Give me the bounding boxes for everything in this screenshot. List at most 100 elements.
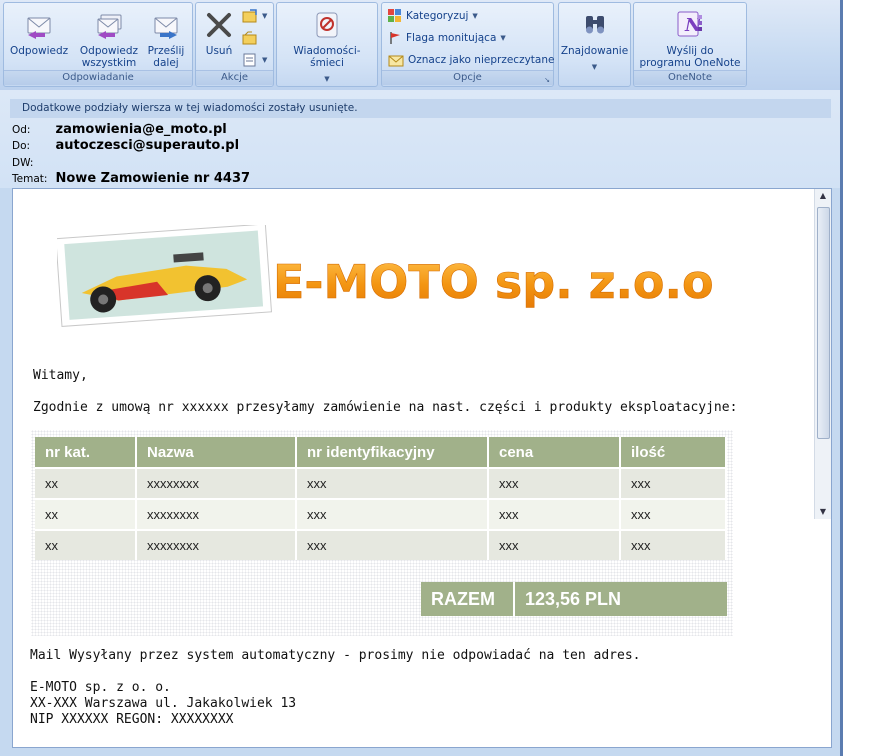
company-logo: E-MOTO sp. z.o.o xyxy=(57,225,714,327)
group-label-options: Opcje xyxy=(382,70,553,85)
reply-label: Odpowiedz xyxy=(10,45,69,57)
send-to-onenote-button[interactable]: N Wyślij do programu OneNote xyxy=(634,8,746,69)
logo-text: E-MOTO sp. z.o.o xyxy=(273,255,714,309)
mark-unread-button[interactable]: Oznacz jako nieprzeczytane xyxy=(388,53,554,67)
delete-button[interactable]: Usuń xyxy=(200,10,238,57)
forward-icon xyxy=(154,17,178,39)
table-cell: xxx xyxy=(296,498,489,530)
info-bar[interactable]: Dodatkowe podziały wiersza w tej wiadomo… xyxy=(10,99,831,118)
create-rule-button[interactable] xyxy=(242,31,258,45)
table-cell: xxx xyxy=(620,498,727,530)
onenote-label-1: Wyślij do xyxy=(666,45,714,57)
outlook-message-window: Odpowiedz Odpowiedz wszystkim Prześlij d… xyxy=(0,0,843,756)
table-cell: xxx xyxy=(620,467,727,499)
column-header: nr identyfikacyjny xyxy=(296,437,489,468)
subject-value: Nowe Zamowienie nr 4437 xyxy=(55,171,251,186)
table-cell: xxxxxxxx xyxy=(136,498,297,530)
follow-up-flag-button[interactable]: Flaga monitująca ▼ xyxy=(388,31,506,45)
company-ids: NIP XXXXXX REGON: XXXXXXXX xyxy=(30,712,234,727)
categorize-label: Kategoryzuj xyxy=(406,10,469,22)
chevron-down-icon: ▼ xyxy=(262,12,268,20)
other-actions-icon xyxy=(243,53,256,67)
junk-mail-button[interactable]: Wiadomości-śmieci ▼ xyxy=(277,10,377,85)
chevron-down-icon: ▼ xyxy=(262,56,268,64)
unread-envelope-icon xyxy=(388,55,404,67)
reply-all-button[interactable]: Odpowiedz wszystkim xyxy=(76,10,142,69)
group-label-onenote: OneNote xyxy=(634,70,746,85)
onenote-icon: N xyxy=(677,11,703,37)
move-folder-icon xyxy=(242,9,257,23)
scrollbar-thumb[interactable] xyxy=(817,207,830,439)
junk-mail-label: Wiadomości-śmieci xyxy=(293,45,361,69)
scroll-up-icon[interactable]: ▲ xyxy=(815,189,831,203)
table-cell: xx xyxy=(35,498,137,530)
group-label-respond: Odpowiadanie xyxy=(4,70,192,85)
onenote-label-2: programu OneNote xyxy=(639,57,741,69)
to-value[interactable]: autoczesci@superauto.pl xyxy=(56,138,240,153)
from-label: Od: xyxy=(12,124,31,136)
follow-up-label: Flaga monitująca xyxy=(406,32,497,44)
forward-label-2: dalej xyxy=(153,57,179,69)
cc-row: DW: xyxy=(12,155,52,170)
ribbon-group-actions: Usuń ▼ ▼ Akcje xyxy=(195,2,274,87)
footer-notice: Mail Wysyłany przez system automatyczny … xyxy=(30,648,641,663)
mark-unread-label: Oznacz jako nieprzeczytane xyxy=(408,54,555,66)
table-cell: xxx xyxy=(620,529,727,560)
from-value[interactable]: zamowienia@e_moto.pl xyxy=(56,122,227,137)
reply-button[interactable]: Odpowiedz xyxy=(10,10,68,57)
table-cell: xxx xyxy=(488,529,621,560)
ribbon-group-options: Kategoryzuj ▼ Flaga monitująca ▼ Oznacz … xyxy=(381,2,554,87)
column-header: nr kat. xyxy=(35,437,137,468)
table-cell: xxxxxxxx xyxy=(136,529,297,560)
order-total: RAZEM 123,56 PLN xyxy=(421,582,727,616)
reply-all-label-2: wszystkim xyxy=(81,57,137,69)
to-row: Do: autoczesci@superauto.pl xyxy=(12,138,239,153)
ribbon-group-onenote: N Wyślij do programu OneNote OneNote xyxy=(633,2,747,87)
table-cell: xxxxxxxx xyxy=(136,467,297,499)
ribbon-group-junk: Wiadomości-śmieci ▼ xyxy=(276,2,378,87)
chevron-down-icon: ▼ xyxy=(500,34,506,42)
chevron-down-icon: ▼ xyxy=(591,63,598,71)
intro-text: Zgodnie z umową nr xxxxxx przesyłamy zam… xyxy=(33,400,738,415)
from-row: Od: zamowienia@e_moto.pl xyxy=(12,122,227,137)
ribbon-group-find: Znajdowanie ▼ xyxy=(558,2,631,87)
to-label: Do: xyxy=(12,140,31,152)
table-row: xx xxxxxxxx xxx xxx xxx xyxy=(35,498,727,530)
table-header-row: nr kat. Nazwa nr identyfikacyjny cena il… xyxy=(35,437,727,468)
table-cell: xxx xyxy=(296,467,489,499)
reply-icon xyxy=(27,17,51,39)
company-name: E-MOTO sp. z o. o. xyxy=(30,680,171,695)
flag-icon xyxy=(390,32,400,44)
find-label: Znajdowanie xyxy=(560,45,629,57)
total-label: RAZEM xyxy=(421,582,515,616)
find-button[interactable]: Znajdowanie ▼ xyxy=(559,10,630,73)
column-header: Nazwa xyxy=(136,437,297,468)
move-to-folder-button[interactable]: ▼ xyxy=(242,9,267,23)
vertical-scrollbar[interactable]: ▲ ▼ xyxy=(814,189,831,519)
junk-mail-icon xyxy=(316,12,338,38)
categorize-button[interactable]: Kategoryzuj ▼ xyxy=(388,9,478,23)
reply-all-icon xyxy=(97,14,122,39)
table-cell: xxx xyxy=(488,498,621,530)
desktop-background xyxy=(843,0,870,756)
order-table: nr kat. Nazwa nr identyfikacyjny cena il… xyxy=(35,437,727,560)
scroll-down-icon[interactable]: ▼ xyxy=(815,505,831,519)
column-header: ilość xyxy=(620,437,727,468)
forward-button[interactable]: Prześlij dalej xyxy=(144,10,188,69)
rule-folder-icon xyxy=(242,31,257,45)
column-header: cena xyxy=(488,437,621,468)
chevron-down-icon: ▼ xyxy=(472,12,478,20)
company-address: XX-XXX Warszawa ul. Jakakolwiek 13 xyxy=(30,696,297,711)
dialog-launcher-icon[interactable]: ↘ xyxy=(544,76,550,84)
categories-icon xyxy=(388,9,401,22)
table-cell: xx xyxy=(35,467,137,499)
group-label-actions: Akcje xyxy=(196,70,273,85)
subject-row: Temat: Nowe Zamowienie nr 4437 xyxy=(12,171,250,186)
table-row: xx xxxxxxxx xxx xxx xxx xyxy=(35,467,727,499)
total-value: 123,56 PLN xyxy=(515,582,727,616)
ribbon: Odpowiedz Odpowiedz wszystkim Prześlij d… xyxy=(0,0,843,90)
table-cell: xxx xyxy=(488,467,621,499)
table-row: xx xxxxxxxx xxx xxx xxx xyxy=(35,529,727,560)
chevron-down-icon: ▼ xyxy=(324,75,330,83)
other-actions-button[interactable]: ▼ xyxy=(242,53,267,67)
